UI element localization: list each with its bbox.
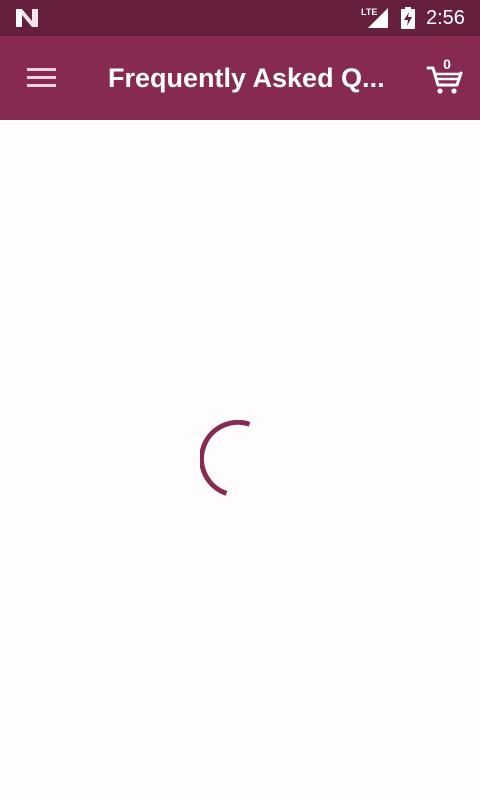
battery-charging-icon: [401, 7, 415, 29]
status-bar: LTE 2:56: [0, 0, 480, 36]
menu-button[interactable]: [20, 60, 64, 96]
hamburger-menu-icon: [27, 68, 56, 87]
app-bar: Frequently Asked Q... 0: [0, 36, 480, 120]
page-title: Frequently Asked Q...: [108, 63, 385, 93]
status-time: 2:56: [426, 7, 465, 29]
loading-spinner-icon: [200, 420, 251, 496]
n-logo-icon: [16, 9, 38, 27]
lte-label: LTE: [361, 7, 377, 17]
cart-count-badge: 0: [443, 56, 451, 72]
lte-signal-icon: LTE: [361, 7, 388, 28]
